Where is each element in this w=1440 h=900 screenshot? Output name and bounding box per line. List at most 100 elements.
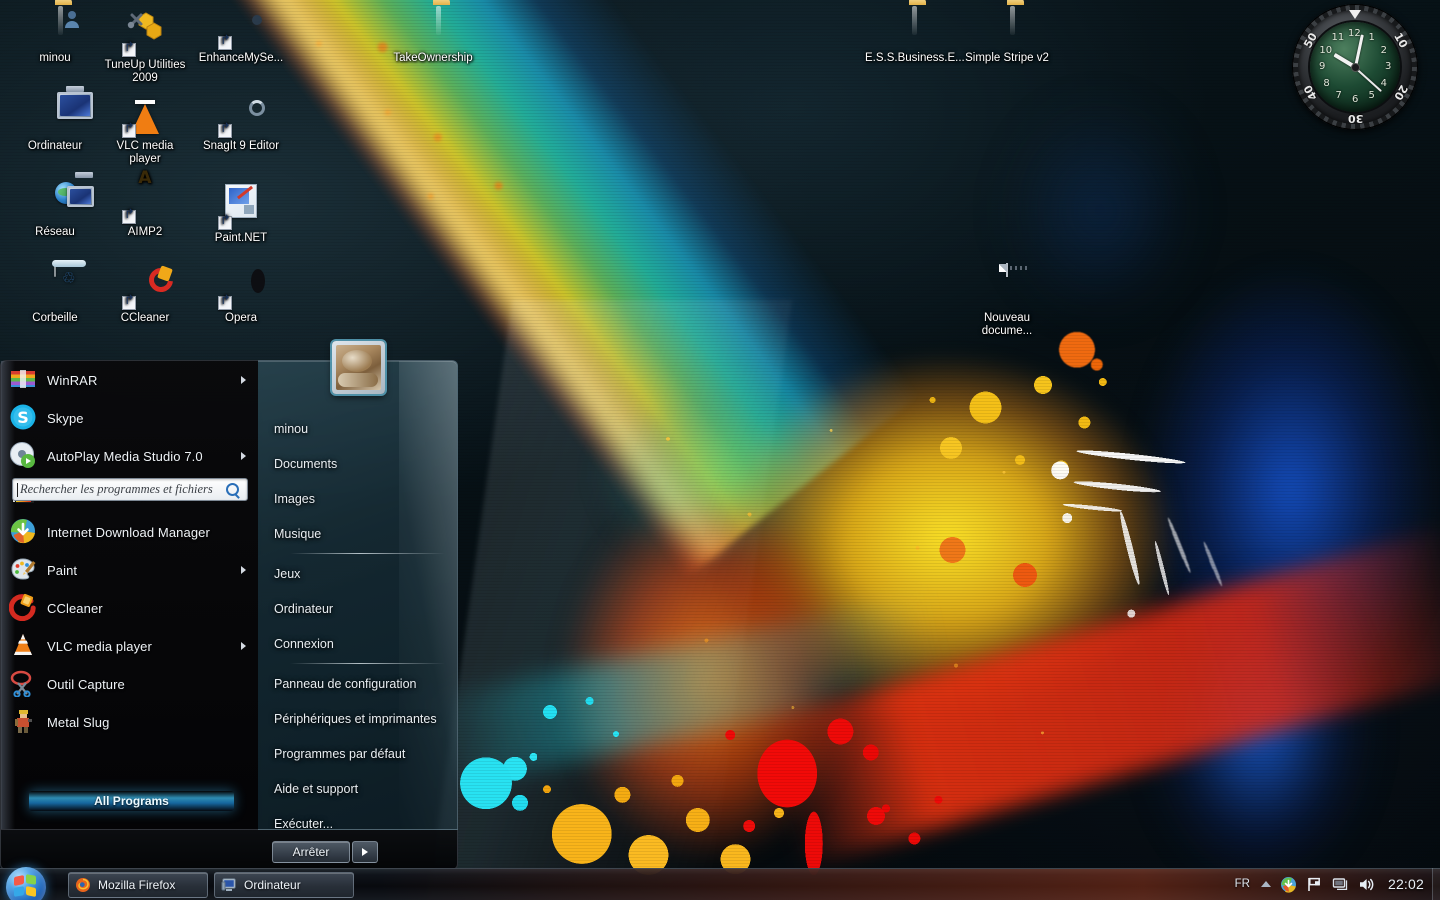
app-disc-icon <box>196 4 286 50</box>
all-programs-button[interactable]: All Programs <box>29 791 234 811</box>
desktop-icon-corbeille[interactable]: Corbeille <box>10 263 100 325</box>
chevron-right-icon <box>241 376 246 384</box>
volume-icon[interactable] <box>1358 876 1375 893</box>
start-menu-search-box[interactable]: Rechercher les programmes et fichiers <box>12 478 248 501</box>
show-desktop-button[interactable] <box>1432 868 1440 900</box>
desktop-icon-takeownership[interactable]: TakeOwnership <box>388 4 478 65</box>
snipping-tool-icon <box>9 669 39 699</box>
shutdown-button[interactable]: Arrêter <box>272 841 350 863</box>
start-menu-place-ordinateur[interactable]: Ordinateur <box>258 591 457 626</box>
chevron-up-icon[interactable] <box>1260 881 1271 887</box>
desktop-icon-opera[interactable]: Opera <box>196 264 286 325</box>
start-menu-place-connexion[interactable]: Connexion <box>258 626 457 661</box>
desktop-icon-e-s-s-business-e[interactable]: E.S.S.Business.E... <box>864 4 965 65</box>
desktop-icon-label: VLC media player <box>116 140 174 165</box>
start-menu[interactable]: WinRARSSkypeAutoPlay Media Studio 7.0STU… <box>0 360 458 870</box>
start-menu-place-jeux[interactable]: Jeux <box>258 556 457 591</box>
app-tuneup-icon <box>100 11 190 57</box>
start-menu-place-label: Panneau de configuration <box>274 676 417 691</box>
desktop-icon-nouveau-docume[interactable]: Nouveau docume... <box>962 263 1052 338</box>
desktop-icon-aimp2[interactable]: A AIMP2 <box>100 169 190 239</box>
desktop-icon-simple-stripe-v2[interactable]: Simple Stripe v2 <box>962 4 1052 65</box>
all-programs-label: All Programs <box>94 794 169 808</box>
clock-dial-number: 7 <box>1335 89 1342 101</box>
clock-bezel-number: 30 <box>1348 112 1364 125</box>
clock-dial-number: 8 <box>1323 77 1330 89</box>
start-menu-place-aide-et-support[interactable]: Aide et support <box>258 771 457 806</box>
svg-text:S: S <box>17 408 29 427</box>
folder-icon <box>388 4 478 50</box>
start-menu-item-internet-download-manager[interactable]: Internet Download Manager <box>1 513 258 551</box>
start-menu-place-p-riph-riques-et-imprimantes[interactable]: Périphériques et imprimantes <box>258 701 457 736</box>
start-menu-separator <box>290 663 445 664</box>
start-menu-place-minou[interactable]: minou <box>258 411 457 446</box>
metal-slug-icon <box>9 707 39 737</box>
taskbar[interactable]: Mozilla Firefox Ordinateur FR 22:02 <box>0 865 1440 900</box>
desktop-clock-gadget[interactable]: 10 20 30 40 50 12 1 2 3 4 5 6 7 8 9 10 11 <box>1292 4 1418 130</box>
text-document-icon <box>962 263 1052 310</box>
desktop-icon-tuneup-utilities-2009[interactable]: TuneUp Utilities 2009 <box>100 4 190 85</box>
firefox-icon <box>75 877 91 893</box>
user-account-picture[interactable] <box>332 341 385 394</box>
start-menu-place-label: Jeux <box>274 566 301 581</box>
start-menu-item-outil-capture[interactable]: Outil Capture <box>1 665 258 703</box>
start-menu-item-label: VLC media player <box>47 638 152 654</box>
action-center-flag-icon[interactable] <box>1306 876 1323 893</box>
clock-minute-hand <box>1353 34 1364 68</box>
taskbar-button-ordinateur[interactable]: Ordinateur <box>214 871 354 898</box>
chevron-right-icon <box>241 566 246 574</box>
start-menu-place-programmes-par-d-faut[interactable]: Programmes par défaut <box>258 736 457 771</box>
start-menu-place-documents[interactable]: Documents <box>258 446 457 481</box>
desktop-icon-label: Ordinateur <box>27 140 83 152</box>
start-menu-item-metal-slug[interactable]: Metal Slug <box>1 703 258 741</box>
start-menu-item-label: Internet Download Manager <box>47 524 210 540</box>
taskbar-button-label: Mozilla Firefox <box>98 877 176 892</box>
clock-dial-number: 10 <box>1319 44 1333 56</box>
start-menu-places-panel: minou Documents Images Musique Jeux Ordinateu… <box>258 360 458 830</box>
search-input[interactable]: Rechercher les programmes et fichiers <box>20 482 226 497</box>
desktop-icon-vlc-media-player[interactable]: VLC media player <box>100 92 190 166</box>
shortcut-arrow-icon <box>218 216 232 230</box>
shortcut-arrow-icon <box>122 43 136 57</box>
desktop-icon-minou[interactable]: minou <box>10 4 100 65</box>
desktop-icon-ccleaner[interactable]: CCleaner <box>100 263 190 325</box>
clock-dial-number: 6 <box>1352 94 1359 105</box>
start-menu-item-paint[interactable]: Paint <box>1 551 258 589</box>
clock-dial-number: 9 <box>1319 61 1326 72</box>
idm-tray-icon[interactable] <box>1280 876 1297 893</box>
computer-icon <box>221 877 237 893</box>
shortcut-arrow-icon <box>218 296 232 310</box>
start-menu-place-musique[interactable]: Musique <box>258 516 457 551</box>
desktop-icon-label: Corbeille <box>32 312 78 324</box>
desktop-icon-label: Réseau <box>35 226 75 238</box>
taskbar-button-mozilla-firefox[interactable]: Mozilla Firefox <box>68 871 208 898</box>
start-menu-place-label: minou <box>274 421 309 436</box>
app-vlc-icon <box>100 92 190 138</box>
desktop-icon-r-seau[interactable]: Réseau <box>10 172 100 239</box>
ccleaner-icon <box>8 593 39 623</box>
start-menu-item-winrar[interactable]: WinRAR <box>1 361 258 399</box>
shortcut-arrow-icon <box>122 296 136 310</box>
start-button[interactable] <box>2 865 56 900</box>
start-menu-place-panneau-de-configuration[interactable]: Panneau de configuration <box>258 666 457 701</box>
start-menu-place-ex-cuter[interactable]: Exécuter... <box>258 806 457 830</box>
start-menu-item-label: Outil Capture <box>47 676 125 692</box>
desktop-icon-ordinateur[interactable]: Ordinateur <box>10 86 100 153</box>
network-icon[interactable] <box>1332 876 1349 893</box>
shutdown-options-button[interactable] <box>352 841 378 863</box>
start-menu-item-autoplay-media-studio-7-0[interactable]: AutoPlay Media Studio 7.0 <box>1 437 258 475</box>
vlc-icon <box>9 631 39 661</box>
start-menu-item-ccleaner[interactable]: CCleaner <box>1 589 258 627</box>
start-menu-item-vlc-media-player[interactable]: VLC media player <box>1 627 258 665</box>
start-menu-place-label: Programmes par défaut <box>274 746 406 761</box>
app-ccleaner-icon <box>100 263 190 310</box>
start-menu-item-skype[interactable]: S Skype <box>1 399 258 437</box>
folder-user-icon <box>10 4 100 50</box>
desktop-icon-enhancemyse[interactable]: EnhanceMySe... <box>196 4 286 65</box>
desktop-icon-snagit-9-editor[interactable]: SnagIt 9 Editor <box>196 92 286 153</box>
language-indicator[interactable]: FR <box>1235 878 1250 890</box>
clock-dial-number: 5 <box>1368 89 1375 101</box>
taskbar-clock[interactable]: 22:02 <box>1384 876 1432 892</box>
start-menu-place-images[interactable]: Images <box>258 481 457 516</box>
desktop-icon-paint-net[interactable]: Paint.NET <box>196 178 286 245</box>
